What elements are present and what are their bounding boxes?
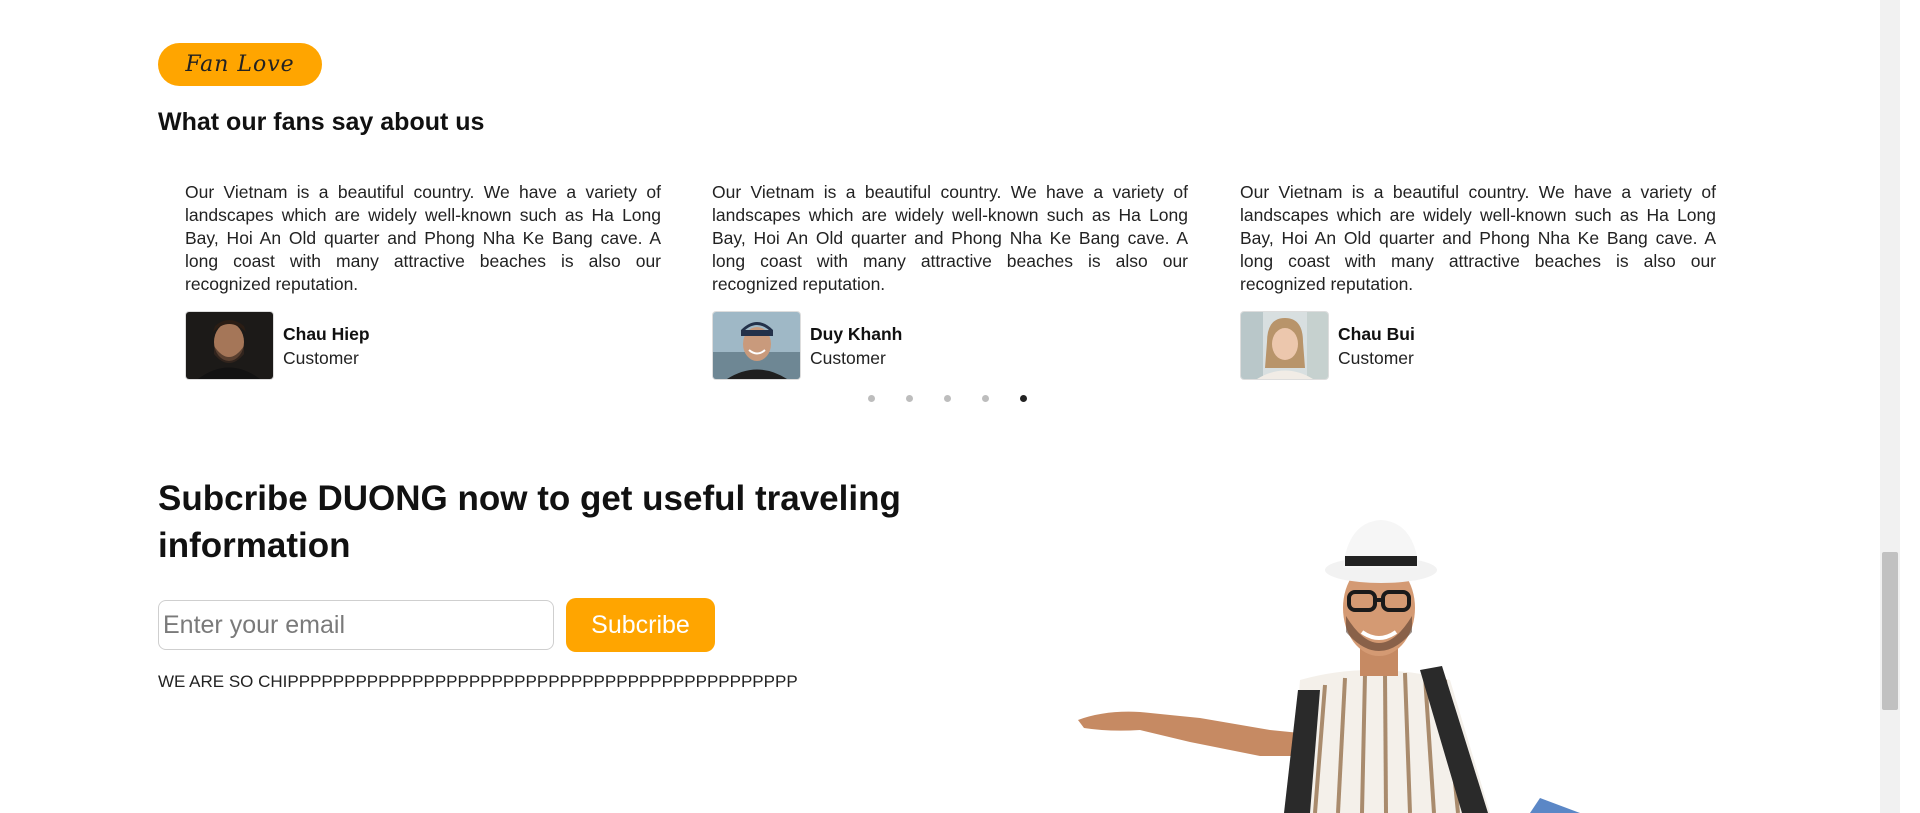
avatar-man-portrait-icon — [186, 312, 273, 379]
avatar — [185, 311, 274, 380]
subscribe-title: Subcribe DUONG now to get useful traveli… — [158, 479, 901, 565]
testimonial-text: Our Vietnam is a beautiful country. We h… — [185, 182, 661, 294]
subscribe-button[interactable]: Subcribe — [566, 598, 715, 652]
page: Fan Love What our fans say about us Our … — [0, 0, 1900, 813]
avatar — [712, 311, 801, 380]
author-text: Chau Bui Customer — [1338, 322, 1415, 370]
testimonial-author: Duy Khanh Customer — [712, 311, 1188, 380]
scrollbar-thumb[interactable] — [1882, 552, 1898, 710]
section-title: What our fans say about us — [158, 108, 485, 136]
testimonials-section: Fan Love What our fans say about us Our … — [0, 0, 1900, 402]
carousel-dot[interactable] — [906, 395, 913, 402]
testimonial-author: Chau Hiep Customer — [185, 311, 661, 380]
author-name: Duy Khanh — [810, 323, 903, 344]
author-name: Chau Bui — [1338, 323, 1415, 344]
tagline: WE ARE SO CHIPPPPPPPPPPPPPPPPPPPPPPPPPPP… — [158, 672, 798, 691]
author-role: Customer — [283, 347, 359, 368]
carousel-pagination — [868, 395, 1027, 402]
carousel-dot[interactable] — [868, 395, 875, 402]
carousel-dot-active[interactable] — [1020, 395, 1027, 402]
testimonial-author: Chau Bui Customer — [1240, 311, 1716, 380]
section-label-pill: Fan Love — [158, 43, 322, 86]
traveler-illustration-icon — [1078, 520, 1580, 813]
testimonial-card: Our Vietnam is a beautiful country. We h… — [1240, 181, 1716, 380]
author-role: Customer — [810, 347, 886, 368]
carousel-dot[interactable] — [982, 395, 989, 402]
avatar-man-cap-portrait-icon — [713, 312, 800, 379]
author-text: Chau Hiep Customer — [283, 322, 370, 370]
avatar-woman-portrait-icon — [1241, 312, 1328, 379]
author-name: Chau Hiep — [283, 323, 370, 344]
scrollbar[interactable] — [1880, 0, 1900, 813]
testimonial-card: Our Vietnam is a beautiful country. We h… — [185, 181, 661, 380]
author-text: Duy Khanh Customer — [810, 322, 902, 370]
testimonial-card: Our Vietnam is a beautiful country. We h… — [712, 181, 1188, 380]
author-role: Customer — [1338, 347, 1414, 368]
avatar — [1240, 311, 1329, 380]
testimonial-text: Our Vietnam is a beautiful country. We h… — [712, 182, 1188, 294]
email-input[interactable] — [158, 600, 554, 650]
carousel-dot[interactable] — [944, 395, 951, 402]
testimonial-text: Our Vietnam is a beautiful country. We h… — [1240, 182, 1716, 294]
